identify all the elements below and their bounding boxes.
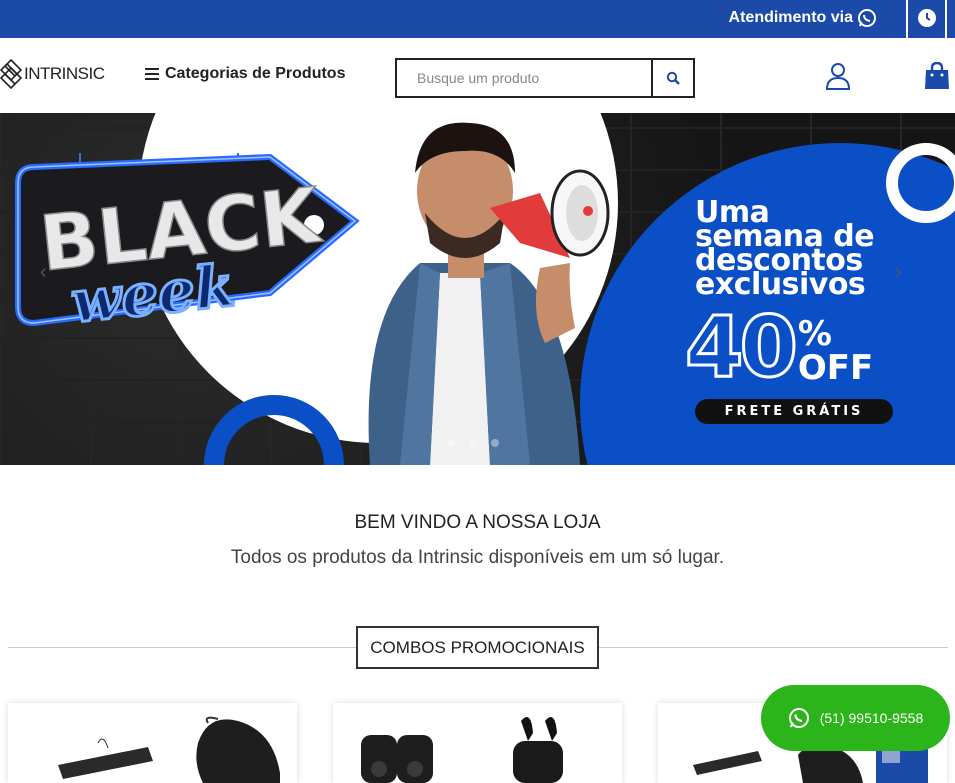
promo-line: exclusivos	[695, 267, 866, 302]
search-input[interactable]	[397, 60, 651, 96]
attendance-link[interactable]: Atendimento via	[729, 8, 877, 28]
whatsapp-icon	[858, 9, 876, 27]
logo-mark-icon	[0, 59, 22, 89]
product-card[interactable]	[8, 703, 297, 783]
welcome-title: BEM VINDO A NOSSA LOJA	[354, 512, 601, 533]
site-logo[interactable]: INTRINSIC	[0, 59, 105, 89]
search-icon	[666, 71, 680, 85]
carousel-dot[interactable]	[469, 439, 477, 447]
logo-text: INTRINSIC	[24, 64, 105, 83]
top-bar: Atendimento via	[0, 0, 955, 38]
discount-percent: %	[797, 314, 832, 354]
free-shipping-pill: FRETE GRÁTIS	[695, 399, 893, 424]
whatsapp-float-button[interactable]: (51) 99510-9558	[761, 685, 950, 751]
categories-label: Categorias de Produtos	[165, 65, 346, 82]
topbar-divider	[945, 0, 947, 38]
speakers-earbuds-combo-image	[361, 717, 563, 783]
discount-off: OFF	[797, 348, 874, 388]
categories-menu-button[interactable]: Categorias de Produtos	[145, 65, 345, 83]
promo-headline: Uma semana de descontos exclusivos	[695, 198, 875, 302]
keyboard-mouse-combo-image	[58, 716, 280, 783]
hamburger-icon	[145, 68, 159, 80]
carousel-dots	[447, 439, 499, 447]
clock-icon[interactable]	[917, 8, 937, 28]
carousel-dot[interactable]	[447, 439, 455, 447]
attendance-label: Atendimento via	[728, 9, 853, 26]
topbar-divider	[906, 0, 908, 38]
whatsapp-phone: (51) 99510-9558	[819, 710, 924, 726]
carousel-prev-arrow-icon[interactable]: ‹	[40, 261, 47, 284]
search-bar	[395, 58, 695, 98]
product-card[interactable]	[333, 703, 622, 783]
discount-number: 40	[684, 298, 800, 396]
hero-banner[interactable]: BLACK week Uma semana de descontos exclu…	[0, 113, 955, 465]
carousel-next-arrow-icon[interactable]: ›	[895, 261, 902, 284]
person-with-megaphone-image	[368, 122, 610, 465]
search-button[interactable]	[651, 60, 693, 96]
shopping-bag-icon[interactable]	[924, 62, 950, 90]
carousel-dot[interactable]	[491, 439, 499, 447]
black-week-neon-sign: BLACK week	[15, 153, 360, 333]
section-title: COMBOS PROMOCIONAIS	[356, 626, 599, 669]
whatsapp-icon	[788, 708, 809, 728]
welcome-subtitle: Todos os produtos da Intrinsic disponíve…	[230, 547, 725, 568]
discount-badge: 40 % OFF	[684, 298, 874, 396]
user-account-icon[interactable]	[824, 62, 852, 90]
site-header: INTRINSIC Categorias de Produtos	[0, 38, 955, 113]
